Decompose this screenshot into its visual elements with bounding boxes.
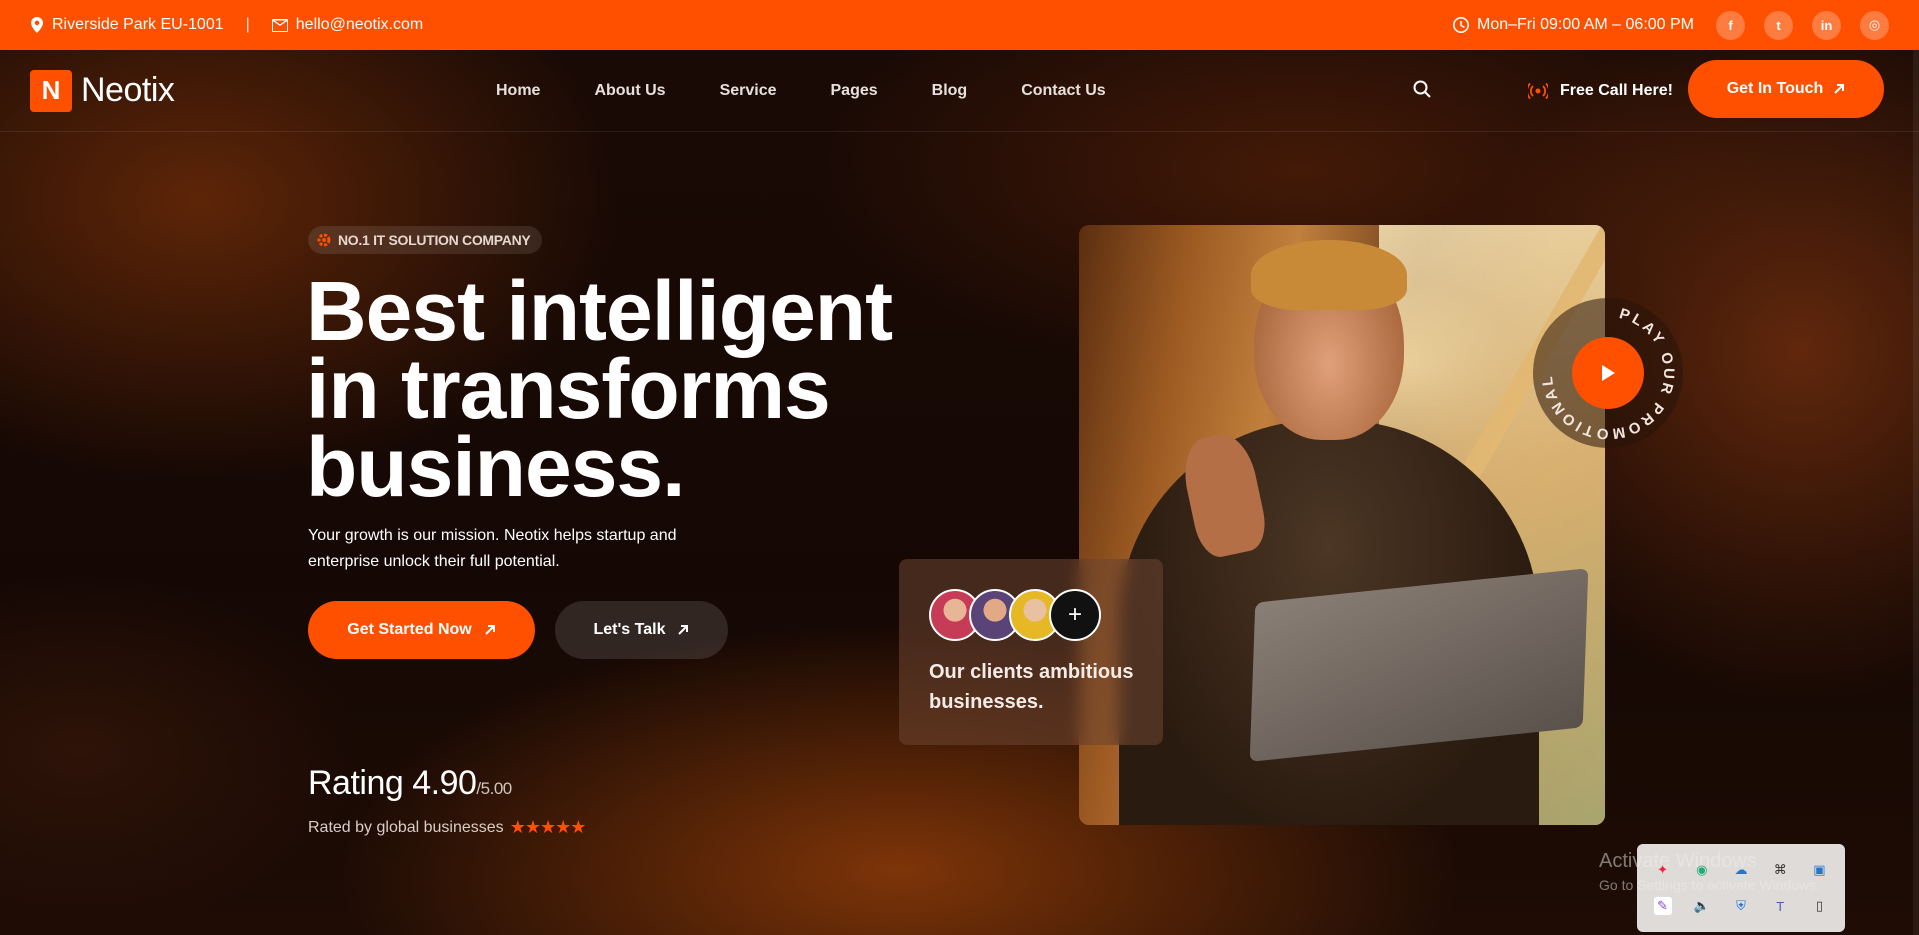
gear-icon: [317, 233, 331, 247]
address-text: Riverside Park EU-1001: [52, 16, 224, 33]
twitter-icon[interactable]: t: [1764, 10, 1793, 40]
display-icon[interactable]: ▣: [1809, 860, 1829, 880]
hero-badge: NO.1 IT SOLUTION COMPANY: [308, 226, 543, 254]
brand-name: Neotix: [81, 71, 175, 109]
facebook-icon[interactable]: f: [1716, 10, 1745, 40]
rating-max: /5.00: [476, 779, 512, 798]
play-icon: [1602, 365, 1615, 381]
email-link[interactable]: hello@neotix.com: [296, 16, 423, 34]
instagram-icon[interactable]: ◎: [1860, 10, 1889, 40]
hours-text: Mon–Fri 09:00 AM – 06:00 PM: [1477, 16, 1694, 33]
headline-line-3: business.: [306, 420, 685, 514]
nav-item-service[interactable]: Service: [720, 82, 777, 100]
headline-line-1: Best intelligent: [306, 264, 893, 358]
main-nav: Home About Us Service Pages Blog Contact…: [496, 82, 1106, 100]
nav-item-contact[interactable]: Contact Us: [1021, 82, 1105, 100]
clock-icon: [1453, 17, 1469, 33]
main-header: N Neotix Home About Us Service Pages Blo…: [0, 50, 1919, 132]
hero-subtitle: Your growth is our mission. Neotix helps…: [308, 527, 677, 570]
lets-talk-button[interactable]: Let's Talk: [555, 601, 728, 659]
phone-ring-icon: [1528, 82, 1548, 99]
address-item: Riverside Park EU-1001: [30, 16, 224, 34]
search-icon: [1413, 80, 1431, 98]
star-rating-icon: ★★★★★: [509, 817, 587, 837]
play-button[interactable]: [1572, 337, 1644, 409]
email-item[interactable]: hello@neotix.com: [271, 16, 423, 34]
nav-item-pages[interactable]: Pages: [831, 82, 878, 100]
search-button[interactable]: [1413, 80, 1431, 103]
arrow-up-right-icon: [1834, 84, 1845, 94]
get-in-touch-label: Get In Touch: [1726, 80, 1824, 97]
system-tray-overflow: ✦ ◉ ☁ ⌘ ▣ ✎ 🔈 ⛨ T ▯: [1637, 844, 1845, 932]
chrome-icon[interactable]: ◉: [1692, 860, 1712, 880]
hours-item: Mon–Fri 09:00 AM – 06:00 PM: [1453, 16, 1694, 34]
clients-text: Our clients ambitious businesses.: [929, 661, 1134, 713]
arrow-up-right-icon: [485, 625, 495, 635]
figma-icon[interactable]: ✦: [1653, 860, 1673, 880]
teams-icon[interactable]: T: [1770, 896, 1790, 916]
top-info-bar: Riverside Park EU-1001 | hello@neotix.co…: [0, 0, 1919, 50]
network-icon[interactable]: ⌘: [1770, 860, 1790, 880]
mail-icon: [271, 18, 288, 32]
get-in-touch-button[interactable]: Get In Touch: [1688, 60, 1884, 118]
nav-item-about[interactable]: About Us: [594, 82, 665, 100]
topbar-separator: |: [245, 16, 250, 33]
get-started-button[interactable]: Get Started Now: [308, 601, 535, 659]
nav-item-home[interactable]: Home: [496, 82, 540, 100]
promo-video-button[interactable]: PLAY OUR PROMOTIONAL VIDEO: [1533, 298, 1683, 448]
arrow-up-right-icon: [678, 625, 689, 635]
hero-background: [0, 50, 1919, 935]
volume-icon[interactable]: 🔈: [1692, 896, 1712, 916]
photo-person-hair: [1251, 240, 1407, 310]
get-started-label: Get Started Now: [347, 621, 472, 638]
nav-item-blog[interactable]: Blog: [932, 82, 968, 100]
lets-talk-label: Let's Talk: [593, 621, 666, 638]
clients-card: + Our clients ambitious businesses.: [899, 559, 1163, 745]
onedrive-icon[interactable]: ☁: [1731, 860, 1751, 880]
rated-by-text: Rated by global businesses: [308, 818, 504, 836]
location-pin-icon: [31, 17, 43, 33]
security-icon[interactable]: ⛨: [1731, 896, 1751, 916]
logo[interactable]: N Neotix: [30, 69, 175, 112]
headline-line-2: in transforms: [306, 342, 831, 436]
hero-badge-text: NO.1 IT SOLUTION COMPANY: [338, 232, 531, 248]
pen-icon[interactable]: ✎: [1652, 896, 1673, 916]
page-scrollbar[interactable]: [1913, 50, 1919, 935]
client-avatars: +: [929, 589, 1101, 641]
linkedin-icon[interactable]: in: [1812, 10, 1841, 40]
social-links: f t in ◎: [1716, 10, 1889, 40]
hero-headline: Best intelligent in transforms business.: [306, 264, 946, 514]
logo-mark-icon: N: [30, 69, 72, 112]
free-call-link[interactable]: Free Call Here!: [1528, 82, 1673, 100]
rating-heading: Rating 4.90/5.00: [308, 764, 512, 803]
rating-label: Rating: [308, 764, 404, 802]
usb-icon[interactable]: ▯: [1809, 896, 1829, 916]
rating-value: 4.90: [412, 764, 477, 802]
free-call-label: Free Call Here!: [1560, 81, 1673, 99]
rating-subtitle: Rated by global businesses ★★★★★: [308, 817, 587, 838]
plus-icon[interactable]: +: [1049, 589, 1101, 641]
